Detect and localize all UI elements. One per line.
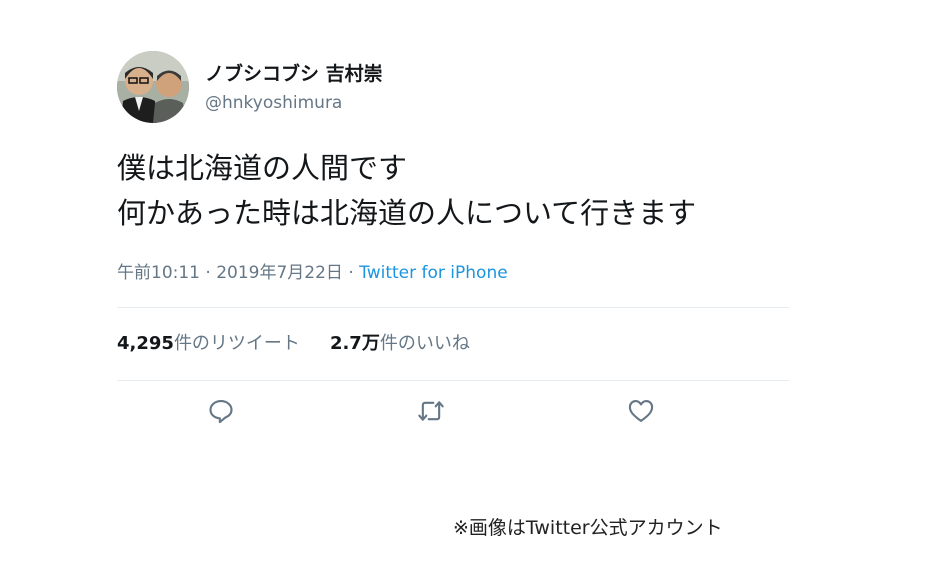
- user-handle[interactable]: @hnkyoshimura: [205, 93, 342, 113]
- divider: [117, 307, 789, 308]
- like-count: 2.7万: [329, 333, 380, 354]
- tweet-source-link[interactable]: Twitter for iPhone: [359, 263, 508, 283]
- tweet-stats: 4,295件のリツイート 2.7万件のいいね: [117, 329, 470, 355]
- tweet-text-line: 何かあった時は北海道の人について行きます: [117, 196, 697, 230]
- reply-button[interactable]: [207, 397, 239, 429]
- retweet-count: 4,295: [117, 333, 174, 354]
- tweet-actions: [117, 397, 789, 437]
- divider: [117, 380, 789, 381]
- like-stat[interactable]: 2.7万件のいいね: [330, 333, 470, 354]
- like-button[interactable]: [627, 397, 659, 429]
- timestamp[interactable]: 午前10:11 · 2019年7月22日 ·: [117, 263, 359, 283]
- image-caption: ※画像はTwitter公式アカウント: [453, 517, 723, 539]
- retweet-button[interactable]: [417, 397, 449, 429]
- retweet-icon: [418, 401, 444, 421]
- heart-icon: [628, 400, 654, 422]
- like-label: 件のいいね: [379, 333, 470, 354]
- display-name[interactable]: ノブシコブシ 吉村崇: [205, 59, 383, 86]
- reply-icon: [209, 400, 233, 424]
- retweet-label: 件のリツイート: [173, 333, 300, 354]
- tweet-text: 僕は北海道の人間です 何かあった時は北海道の人について行きます: [117, 146, 797, 236]
- tweet-text-line: 僕は北海道の人間です: [117, 151, 408, 185]
- retweet-stat[interactable]: 4,295件のリツイート: [117, 333, 300, 354]
- tweet-meta: 午前10:11 · 2019年7月22日 · Twitter for iPhon…: [117, 258, 508, 283]
- avatar[interactable]: [117, 51, 189, 123]
